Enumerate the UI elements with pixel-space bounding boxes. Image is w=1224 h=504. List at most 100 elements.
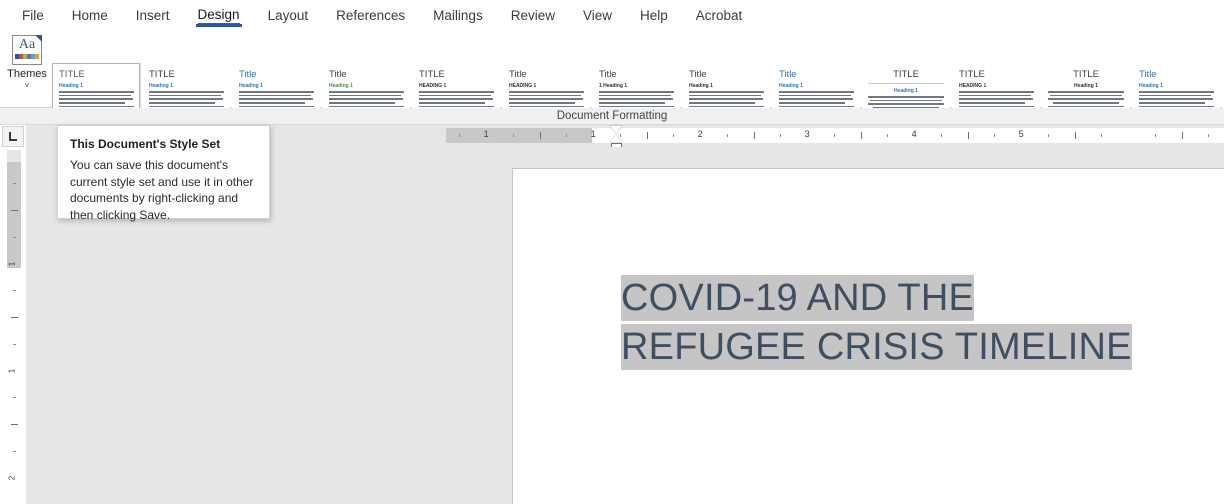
thumbnail-heading: Heading 1 — [1074, 83, 1098, 89]
ribbon-tab-layout[interactable]: Layout — [254, 0, 323, 30]
ribbon-tab-label: Acrobat — [695, 7, 743, 23]
ribbon-tab-file[interactable]: File — [8, 0, 58, 30]
first-line-indent-marker[interactable] — [610, 126, 622, 133]
ruler-left-margin-band — [446, 128, 592, 143]
ribbon-tabstrip: File Home Insert Design Layout References Mail… — [0, 0, 1224, 30]
thumbnail-title: Title — [329, 69, 347, 80]
ribbon-tab-help[interactable]: Help — [626, 0, 682, 30]
vruler-tick — [13, 183, 16, 185]
ruler-tick — [1181, 132, 1183, 139]
thumbnail-title: Title — [689, 69, 707, 80]
ribbon-tab-label: Review — [510, 7, 555, 23]
ruler-tick — [646, 132, 648, 139]
themes-color-swatches — [15, 54, 39, 59]
ribbon-tab-home[interactable]: Home — [58, 0, 122, 30]
ribbon-body: Aa Themes ˅ TITLE Heading 1 TITLE Heading 1… — [0, 30, 1224, 125]
word-window: File Home Insert Design Layout References Mail… — [0, 0, 1224, 504]
ruler-number: 1 — [483, 129, 489, 139]
document-title-selected[interactable]: COVID-19 AND THE REFUGEE CRISIS TIMELINE — [621, 274, 1201, 372]
ruler-tick — [860, 132, 862, 139]
themes-label: Themes — [7, 68, 47, 80]
thumbnail-title: Title — [239, 69, 257, 80]
thumbnail-title: Title — [509, 69, 527, 80]
ruler-tick — [1101, 134, 1103, 137]
style-set-tooltip: This Document's Style Set You can save t… — [57, 125, 270, 222]
thumbnail-heading: Heading 1 — [894, 88, 918, 94]
thumbnail-title: TITLE — [893, 69, 919, 80]
ruler-tick — [994, 134, 996, 137]
vruler-tick — [13, 450, 16, 452]
ruler-number: 4 — [911, 129, 917, 139]
ruler-tick — [459, 134, 461, 137]
ruler-tick — [833, 134, 835, 137]
ruler-number: 2 — [697, 129, 703, 139]
chevron-down-icon[interactable]: ˅ — [25, 82, 30, 90]
ribbon-tab-label: Insert — [135, 7, 170, 23]
vruler-top-margin-band — [7, 162, 21, 268]
thumbnail-title: Title — [1139, 69, 1157, 80]
vruler-number: 1 — [7, 368, 17, 373]
ribbon-tab-label: References — [336, 7, 406, 23]
vruler-number: 2 — [7, 475, 17, 480]
ruler-tick — [726, 134, 728, 137]
ribbon-tab-acrobat[interactable]: Acrobat — [682, 0, 757, 30]
thumbnail-heading: Heading 1 — [689, 83, 713, 89]
tooltip-body: You can save this document's current sty… — [70, 158, 254, 222]
thumbnail-heading: Heading 1 — [239, 83, 263, 89]
document-page[interactable]: COVID-19 AND THE REFUGEE CRISIS TIMELINE — [512, 168, 1224, 504]
ruler-tick — [1154, 134, 1156, 137]
thumbnail-heading: Heading 1 — [59, 83, 83, 89]
ribbon-tab-label: Layout — [267, 7, 309, 23]
ruler-number: 3 — [804, 129, 810, 139]
thumbnail-title: TITLE — [59, 69, 85, 80]
thumbnail-title: TITLE — [1073, 69, 1099, 80]
vruler-tick — [13, 290, 16, 292]
title-line-2: REFUGEE CRISIS TIMELINE — [621, 324, 1132, 370]
theme-swatch — [35, 54, 39, 59]
tab-stop-selector[interactable] — [2, 126, 24, 147]
themes-glyph: Aa — [18, 37, 36, 52]
thumbnail-title: TITLE — [959, 69, 985, 80]
thumbnail-title: TITLE — [419, 69, 445, 80]
ruler-tick — [887, 134, 889, 137]
ruler-number: 1 — [590, 129, 596, 139]
ruler-tick — [1047, 134, 1049, 137]
ruler-tick — [940, 134, 942, 137]
ribbon-tab-mailings[interactable]: Mailings — [419, 0, 497, 30]
ruler-tick — [1074, 132, 1076, 139]
thumbnail-heading: Heading 1 — [779, 83, 803, 89]
ribbon-tab-review[interactable]: Review — [497, 0, 569, 30]
thumbnail-rule — [868, 83, 944, 84]
ruler-tick — [1208, 134, 1210, 137]
ribbon-tab-references[interactable]: References — [322, 0, 419, 30]
ruler-tick — [539, 132, 541, 139]
ribbon-tab-label: Design — [197, 6, 240, 24]
hanging-indent-marker[interactable] — [610, 135, 622, 142]
vruler-tick — [13, 236, 16, 238]
ribbon-tab-label: Home — [71, 7, 108, 23]
ruler-text-band — [592, 128, 1224, 143]
vruler-tick — [13, 343, 16, 345]
ribbon-tab-label: Help — [640, 7, 668, 23]
ribbon-tab-label: View — [582, 7, 612, 23]
ribbon-tab-view[interactable]: View — [569, 0, 626, 30]
ruler-tick — [753, 132, 755, 139]
ribbon-tab-insert[interactable]: Insert — [122, 0, 184, 30]
ruler-tick — [673, 134, 675, 137]
ribbon-tab-label: Mailings — [433, 7, 483, 23]
ribbon-tab-label: File — [22, 7, 44, 23]
ruler-tick — [512, 134, 514, 137]
thumbnail-heading: HEADING 1 — [959, 83, 987, 89]
ribbon-tab-design[interactable]: Design — [184, 0, 254, 30]
vertical-ruler[interactable]: 1 1 2 — [7, 150, 21, 504]
ruler-tick — [780, 134, 782, 137]
vruler-tick — [11, 424, 18, 426]
vruler-number: 1 — [7, 261, 17, 266]
thumbnail-title: Title — [599, 69, 617, 80]
title-line-1: COVID-19 AND THE — [621, 275, 975, 321]
left-tab-stop-icon — [9, 132, 17, 141]
themes-button[interactable]: Aa Themes ˅ — [2, 31, 52, 107]
thumbnail-heading: HEADING 1 — [509, 83, 537, 89]
group-caption-document-formatting: Document Formatting — [0, 108, 1224, 125]
thumbnail-heading: 1 Heading 1 — [599, 83, 628, 89]
